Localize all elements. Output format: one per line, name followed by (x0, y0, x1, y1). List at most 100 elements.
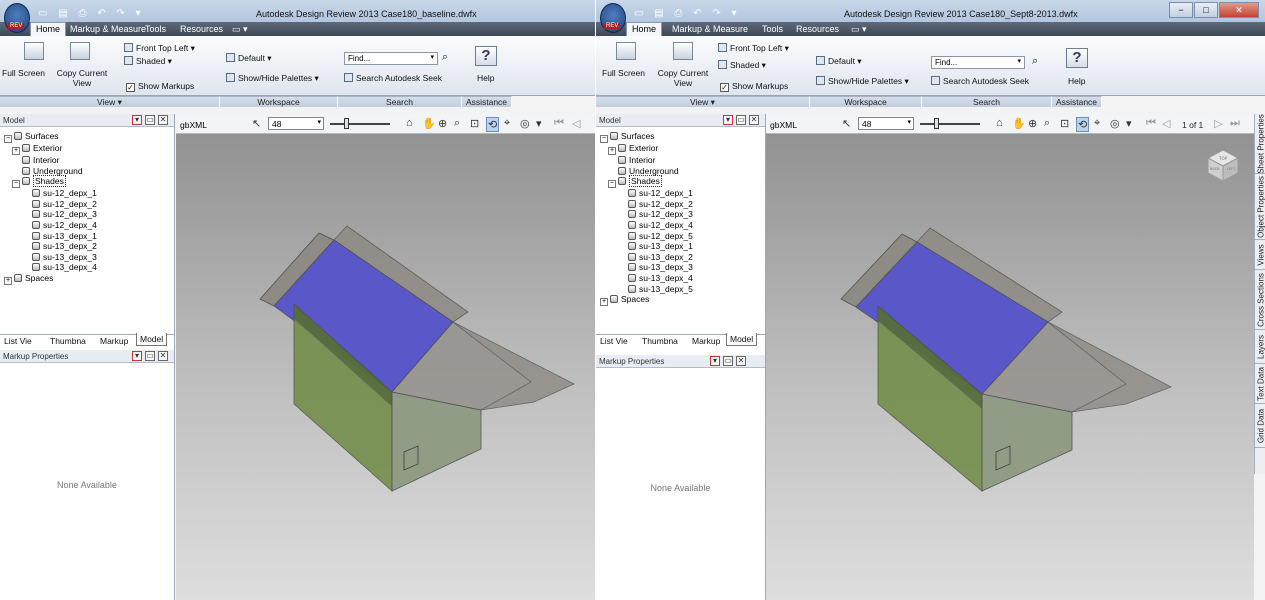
full-screen-button[interactable]: Full Screen (602, 68, 645, 78)
zoom-combobox[interactable]: 48 ▾ (858, 117, 914, 130)
maximize-icon[interactable]: □ (1194, 2, 1218, 18)
show-markups-checkbox[interactable]: ✓ Show Markups (126, 81, 194, 92)
quick-access-toolbar[interactable]: ▭ ▤ ⎙ ↶ ↷ ▾ (634, 8, 741, 19)
last-page-icon[interactable]: ⏭ (1230, 117, 1240, 130)
zoom-slider[interactable] (920, 118, 980, 129)
show-hide-palettes-dropdown[interactable]: Show/Hide Palettes ▾ (226, 73, 319, 84)
front-top-left-dropdown[interactable]: Front Top Left ▾ (718, 43, 789, 54)
expand-icon[interactable]: + (608, 147, 616, 155)
tree-node-shade-item[interactable]: su-13_depx_5 (600, 284, 693, 295)
minimize-icon[interactable]: − (1169, 2, 1193, 18)
chevron-down-icon[interactable]: ▾ (317, 118, 321, 126)
zoom-combobox[interactable]: 48 ▾ (268, 117, 324, 130)
close-icon[interactable]: ✕ (158, 115, 168, 125)
zoom-icon[interactable]: ⊕ (1028, 117, 1037, 130)
help-icon[interactable]: ? (1066, 48, 1088, 68)
tab-cross-sections[interactable]: Cross Sections (1255, 270, 1265, 330)
orbit-icon[interactable]: ⟲ (486, 117, 500, 132)
tab-tools[interactable]: Tools (762, 24, 783, 34)
find-dropdown-arrow[interactable]: ▾ (1017, 57, 1021, 65)
collapse-icon[interactable]: − (608, 180, 616, 189)
tree-node-shade-item[interactable]: su-12_depx_1 (4, 188, 97, 199)
pan-hand-icon[interactable]: ✋ (422, 117, 436, 130)
tab-thumbnails[interactable]: Thumbna (642, 336, 678, 346)
first-page-icon[interactable]: ⏮ (554, 117, 564, 130)
tree-node-spaces[interactable]: + Spaces (4, 273, 97, 285)
collapse-icon[interactable]: − (4, 135, 12, 143)
close-icon[interactable]: ✕ (749, 115, 759, 125)
show-markups-checkbox[interactable]: ✓ Show Markups (720, 81, 788, 92)
tree-node-shades[interactable]: − Shades (600, 175, 693, 189)
copy-view-icon[interactable] (673, 42, 693, 60)
dock-icon[interactable]: ▭ (145, 115, 155, 125)
clear-icon[interactable]: ▾ (132, 115, 142, 125)
tab-list-view[interactable]: List Vie (600, 336, 628, 346)
orbit-icon[interactable]: ⟲ (1076, 117, 1090, 132)
tab-markups[interactable]: Markup (692, 336, 720, 346)
tree-node-shade-item[interactable]: su-12_depx_4 (4, 220, 97, 231)
previous-page-icon[interactable]: ◁ (572, 117, 580, 130)
expand-icon[interactable]: + (4, 276, 12, 285)
chevron-down-icon[interactable]: ▾ (907, 118, 911, 126)
application-menu-button[interactable]: REV (600, 3, 626, 33)
help-button[interactable]: Help (1068, 76, 1085, 86)
close-icon[interactable]: ✕ (158, 351, 168, 361)
default-workspace-dropdown[interactable]: Default ▾ (226, 53, 272, 64)
slider-knob[interactable] (344, 118, 349, 129)
help-icon[interactable]: ? (475, 46, 497, 66)
tab-thumbnails[interactable]: Thumbna (50, 336, 86, 346)
turntable-icon[interactable]: ◎ (520, 117, 530, 130)
view-group-label[interactable]: View ▾ (596, 96, 810, 107)
find-input[interactable]: Find... ▾ (344, 52, 438, 65)
zoom-rectangle-icon[interactable]: ⌕ (1044, 117, 1050, 130)
tree-node-shade-item[interactable]: su-12_depx_5 (600, 231, 693, 242)
home-icon[interactable]: ⌂ (996, 117, 1003, 129)
tab-object-properties[interactable]: Object Properties (1255, 174, 1265, 240)
tab-list-view[interactable]: List Vie (4, 336, 32, 346)
clear-icon[interactable]: ▾ (723, 115, 733, 125)
tab-model[interactable]: Model (136, 333, 168, 346)
tree-node-shade-item[interactable]: su-12_depx_2 (600, 199, 693, 210)
dock-icon[interactable]: ▭ (736, 115, 746, 125)
tab-views[interactable]: Views (1255, 240, 1265, 270)
pan-hand-icon[interactable]: ✋ (1012, 117, 1026, 130)
zoom-icon[interactable]: ⊕ (438, 117, 447, 130)
front-top-left-dropdown[interactable]: Front Top Left ▾ (124, 43, 195, 54)
zoom-rectangle-icon[interactable]: ⌕ (454, 117, 460, 130)
tree-node-shade-item[interactable]: su-13_depx_4 (600, 273, 693, 284)
tab-text-data[interactable]: Text Data (1255, 364, 1265, 404)
tree-node-shade-item[interactable]: su-13_depx_2 (600, 252, 693, 263)
next-page-icon[interactable]: ▷ (1214, 117, 1222, 130)
view-cube-icon[interactable]: TOP BACK LEFT (1206, 148, 1240, 182)
tab-home[interactable]: Home (626, 22, 663, 36)
binoculars-icon[interactable]: ⌕ (442, 51, 448, 64)
walk-icon[interactable]: ⌖ (1094, 117, 1100, 130)
tree-node-shade-item[interactable]: su-12_depx_1 (600, 188, 693, 199)
application-menu-button[interactable]: REV (4, 3, 30, 33)
tree-node-exterior[interactable]: + Exterior (4, 143, 97, 155)
search-seek-button[interactable]: Search Autodesk Seek (931, 76, 1029, 86)
full-screen-button[interactable]: Full Screen (2, 68, 45, 78)
close-window-icon[interactable]: ✕ (1219, 2, 1259, 18)
model-canvas-baseline[interactable] (176, 134, 595, 600)
full-screen-icon[interactable] (616, 42, 636, 60)
tab-markup-measure[interactable]: Markup & Measure (672, 24, 748, 34)
help-button[interactable]: Help (477, 73, 494, 83)
copy-view-icon[interactable] (70, 42, 90, 60)
clear-icon[interactable]: ▾ (710, 356, 720, 366)
select-arrow-icon[interactable]: ↖ (842, 117, 851, 130)
tree-node-shade-item[interactable]: su-13_depx_1 (600, 241, 693, 252)
turntable-icon[interactable]: ◎ (1110, 117, 1120, 130)
tab-markups[interactable]: Markup (100, 336, 128, 346)
tree-node-shade-item[interactable]: su-13_depx_4 (4, 262, 97, 273)
fit-window-icon[interactable]: ⊡ (470, 117, 479, 130)
dock-icon[interactable]: ▭ (145, 351, 155, 361)
show-hide-palettes-dropdown[interactable]: Show/Hide Palettes ▾ (816, 76, 909, 87)
fit-window-icon[interactable]: ⊡ (1060, 117, 1069, 130)
find-input[interactable]: Find... ▾ (931, 56, 1025, 69)
tab-layers[interactable]: Layers (1255, 330, 1265, 364)
first-page-icon[interactable]: ⏮ (1146, 117, 1156, 130)
home-icon[interactable]: ⌂ (406, 117, 413, 129)
tree-node-shades[interactable]: − Shades (4, 175, 97, 189)
tab-tools[interactable]: Tools (145, 24, 166, 34)
